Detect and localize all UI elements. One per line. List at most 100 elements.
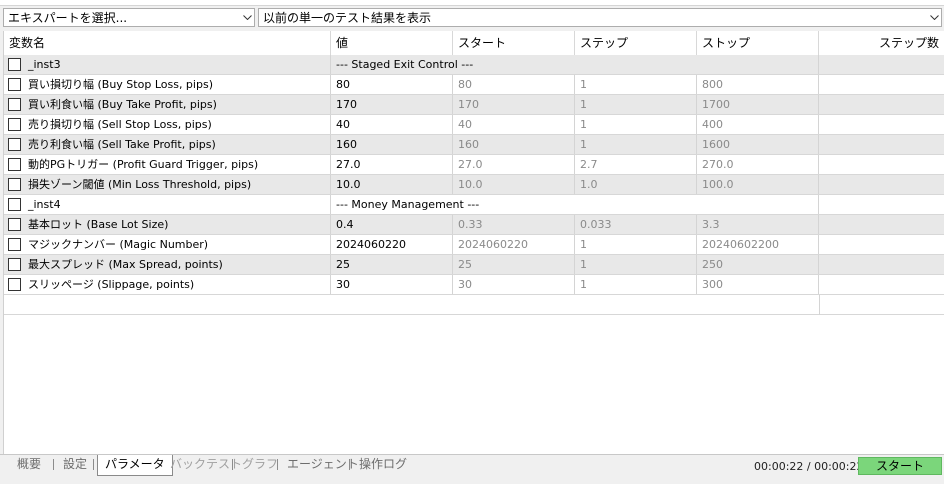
cell-value[interactable]: 40	[331, 115, 453, 134]
column-header-steps[interactable]: ステップ数	[819, 31, 944, 55]
param-row[interactable]: 買い損切り幅 (Buy Stop Loss, pips) 80 80 1 800	[4, 75, 944, 95]
cell-stop[interactable]: 800	[697, 75, 819, 94]
row-checkbox[interactable]	[8, 58, 21, 71]
cell-value[interactable]: 27.0	[331, 155, 453, 174]
expert-select-value: エキスパートを選択...	[8, 11, 128, 25]
cell-steps	[819, 175, 944, 194]
cell-step[interactable]: 1.0	[575, 175, 697, 194]
tab-overview[interactable]: 概要	[10, 455, 48, 475]
section-row[interactable]: _inst3 --- Staged Exit Control ---	[4, 55, 944, 75]
cell-step[interactable]: 1	[575, 75, 697, 94]
cell-stop[interactable]: 300	[697, 275, 819, 294]
cell-name: 最大スプレッド (Max Spread, points)	[4, 255, 331, 274]
column-header-value[interactable]: 値	[331, 31, 453, 55]
cell-stop[interactable]: 1700	[697, 95, 819, 114]
tab-journal[interactable]: 操作ログ	[352, 455, 414, 475]
section-row[interactable]: _inst4 --- Money Management ---	[4, 195, 944, 215]
cell-value[interactable]: 25	[331, 255, 453, 274]
section-label: --- Money Management ---	[331, 195, 819, 214]
tab-separator	[277, 459, 278, 470]
tab-parameters[interactable]: パラメータ	[97, 455, 173, 476]
param-name: 売り損切り幅 (Sell Stop Loss, pips)	[28, 118, 212, 131]
cell-name: マジックナンバー (Magic Number)	[4, 235, 331, 254]
param-name: 基本ロット (Base Lot Size)	[28, 218, 169, 231]
row-checkbox[interactable]	[8, 278, 21, 291]
chevron-down-icon[interactable]	[240, 9, 254, 26]
row-checkbox[interactable]	[8, 98, 21, 111]
cell-steps	[819, 155, 944, 174]
row-checkbox[interactable]	[8, 78, 21, 91]
row-checkbox[interactable]	[8, 178, 21, 191]
row-checkbox[interactable]	[8, 118, 21, 131]
param-row[interactable]: 売り利食い幅 (Sell Take Profit, pips) 160 160 1 16…	[4, 135, 944, 155]
param-row[interactable]: スリッページ (Slippage, points) 30 30 1 300	[4, 275, 944, 295]
cell-stop[interactable]: 270.0	[697, 155, 819, 174]
cell-start[interactable]: 40	[453, 115, 575, 134]
cell-value[interactable]: 10.0	[331, 175, 453, 194]
cell-value[interactable]: 30	[331, 275, 453, 294]
cell-start[interactable]: 30	[453, 275, 575, 294]
param-row[interactable]: マジックナンバー (Magic Number) 2024060220 2024060…	[4, 235, 944, 255]
row-checkbox[interactable]	[8, 238, 21, 251]
cell-value[interactable]: 170	[331, 95, 453, 114]
cell-steps	[819, 255, 944, 274]
parameters-grid[interactable]: 変数名 値 スタート ステップ ストップ ステップ数 _inst3 --- Sta…	[3, 31, 944, 454]
param-name: 動的PGトリガー (Profit Guard Trigger, pips)	[28, 158, 259, 171]
grid-header: 変数名 値 スタート ステップ ストップ ステップ数	[4, 31, 944, 56]
cell-step[interactable]: 1	[575, 255, 697, 274]
cell-step[interactable]: 1	[575, 135, 697, 154]
cell-stop[interactable]: 1600	[697, 135, 819, 154]
cell-value[interactable]: 0.4	[331, 215, 453, 234]
cell-stop[interactable]: 100.0	[697, 175, 819, 194]
param-row[interactable]: 基本ロット (Base Lot Size) 0.4 0.33 0.033 3.3	[4, 215, 944, 235]
cell-stop[interactable]: 250	[697, 255, 819, 274]
param-name: 買い利食い幅 (Buy Take Profit, pips)	[28, 98, 217, 111]
column-header-stop[interactable]: ストップ	[697, 31, 819, 55]
column-header-step[interactable]: ステップ	[575, 31, 697, 55]
param-row[interactable]: 売り損切り幅 (Sell Stop Loss, pips) 40 40 1 400	[4, 115, 944, 135]
results-select[interactable]: 以前の単一のテスト結果を表示	[258, 8, 942, 27]
chevron-down-icon[interactable]	[927, 9, 941, 26]
row-checkbox[interactable]	[8, 198, 21, 211]
cell-start[interactable]: 0.33	[453, 215, 575, 234]
cell-start[interactable]: 170	[453, 95, 575, 114]
cell-step[interactable]: 1	[575, 235, 697, 254]
start-button[interactable]: スタート	[858, 457, 942, 475]
cell-value[interactable]: 160	[331, 135, 453, 154]
column-header-name[interactable]: 変数名	[4, 31, 331, 55]
cell-step[interactable]: 2.7	[575, 155, 697, 174]
cell-start[interactable]: 10.0	[453, 175, 575, 194]
expert-select[interactable]: エキスパートを選択...	[3, 8, 255, 27]
elapsed-timer: 00:00:22 / 00:00:22	[754, 460, 864, 473]
cell-step[interactable]: 1	[575, 95, 697, 114]
cell-name: 基本ロット (Base Lot Size)	[4, 215, 331, 234]
param-name: 買い損切り幅 (Buy Stop Loss, pips)	[28, 78, 213, 91]
cell-start[interactable]: 27.0	[453, 155, 575, 174]
cell-value[interactable]: 2024060220	[331, 235, 453, 254]
param-row[interactable]: 損失ゾーン閾値 (Min Loss Threshold, pips) 10.0 10…	[4, 175, 944, 195]
row-checkbox[interactable]	[8, 218, 21, 231]
column-header-start[interactable]: スタート	[453, 31, 575, 55]
param-row[interactable]: 動的PGトリガー (Profit Guard Trigger, pips) 27.…	[4, 155, 944, 175]
cell-start[interactable]: 25	[453, 255, 575, 274]
cell-start[interactable]: 2024060220	[453, 235, 575, 254]
cell-value[interactable]: 80	[331, 75, 453, 94]
cell-steps	[819, 235, 944, 254]
cell-stop[interactable]: 400	[697, 115, 819, 134]
cell-stop[interactable]: 20240602200	[697, 235, 819, 254]
cell-step[interactable]: 0.033	[575, 215, 697, 234]
cell-step[interactable]: 1	[575, 275, 697, 294]
cell-name: _inst3	[4, 55, 331, 74]
tab-settings[interactable]: 設定	[56, 455, 94, 475]
row-checkbox[interactable]	[8, 258, 21, 271]
cell-steps	[819, 55, 944, 74]
cell-start[interactable]: 160	[453, 135, 575, 154]
param-row[interactable]: 買い利食い幅 (Buy Take Profit, pips) 170 170 1 170…	[4, 95, 944, 115]
row-checkbox[interactable]	[8, 158, 21, 171]
cell-name: _inst4	[4, 195, 331, 214]
cell-step[interactable]: 1	[575, 115, 697, 134]
row-checkbox[interactable]	[8, 138, 21, 151]
param-row[interactable]: 最大スプレッド (Max Spread, points) 25 25 1 250	[4, 255, 944, 275]
cell-stop[interactable]: 3.3	[697, 215, 819, 234]
cell-start[interactable]: 80	[453, 75, 575, 94]
